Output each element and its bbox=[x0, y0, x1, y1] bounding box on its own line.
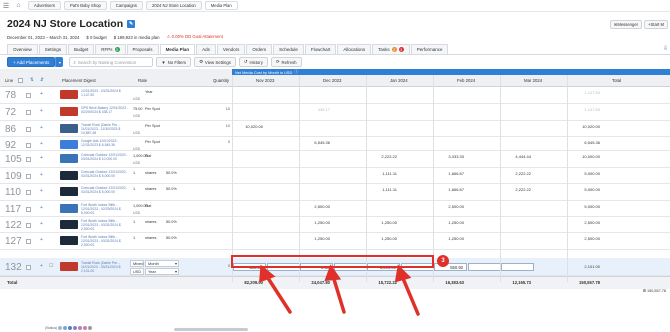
footer-total-value: 150,557.78 bbox=[646, 289, 666, 293]
arrow-1-head bbox=[259, 264, 276, 283]
legend-dot bbox=[78, 326, 83, 330]
arrow-1 bbox=[264, 273, 292, 314]
arrow-2 bbox=[331, 274, 346, 314]
legend-label: (Status) bbox=[45, 326, 58, 330]
footer-total: ⊞ 150,557.78 bbox=[642, 289, 666, 293]
annotation-arrows bbox=[259, 264, 420, 316]
arrow-2-head bbox=[324, 264, 342, 281]
horizontal-scrollbar[interactable] bbox=[174, 328, 248, 331]
arrow-3-head bbox=[394, 264, 412, 283]
legend-dot bbox=[68, 326, 73, 330]
arrow-3 bbox=[400, 274, 420, 316]
legend-dot bbox=[63, 326, 68, 330]
legend-dot bbox=[73, 326, 78, 330]
status-legend: (Status) bbox=[45, 326, 93, 330]
legend-dot bbox=[58, 326, 63, 330]
legend-dot bbox=[88, 326, 93, 330]
legend-dot bbox=[83, 326, 88, 330]
